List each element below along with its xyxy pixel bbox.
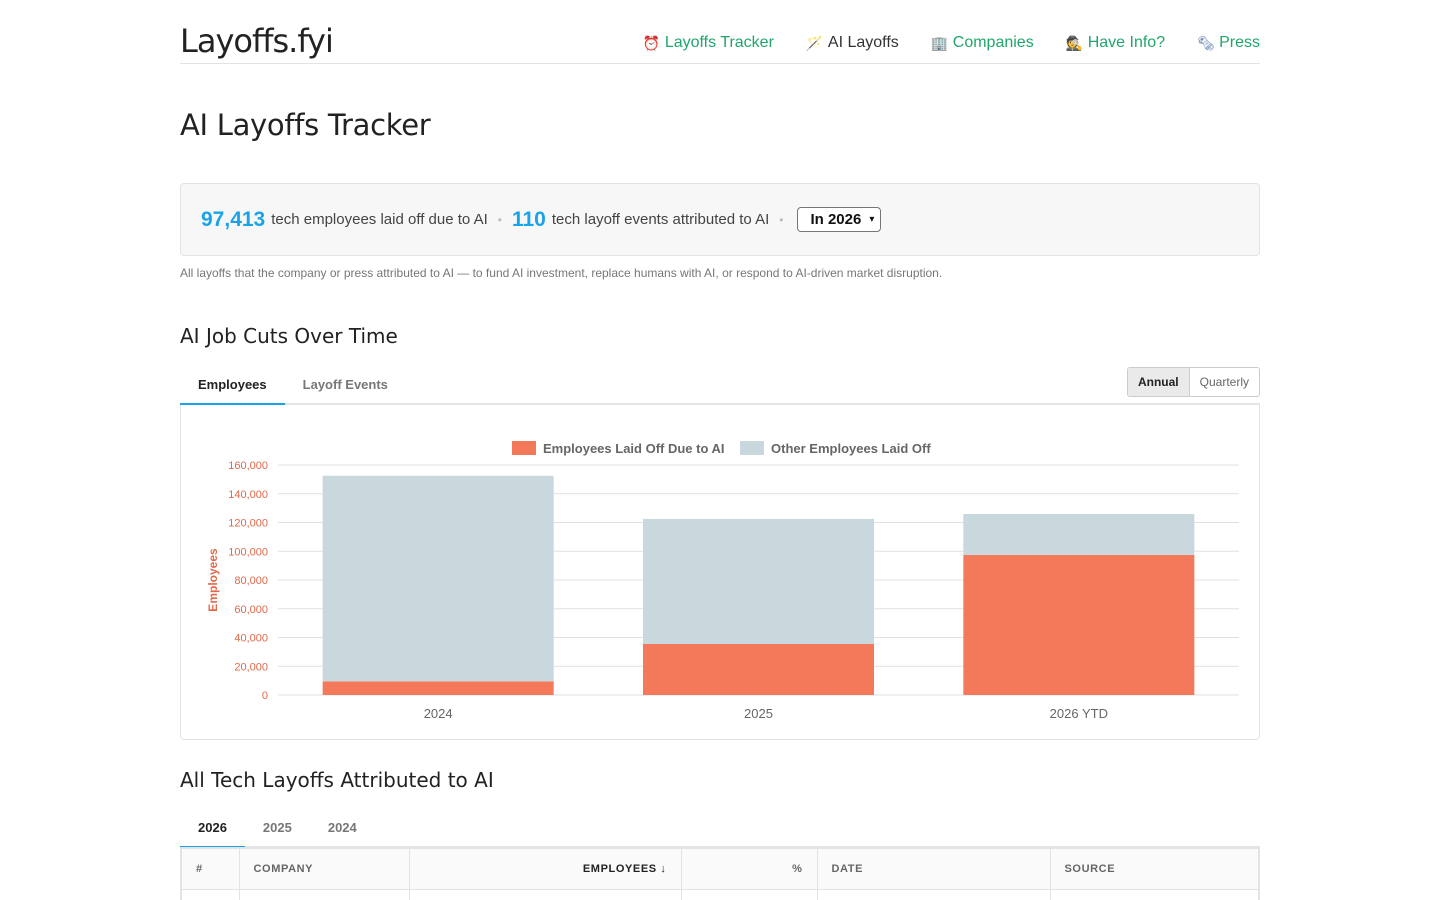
period-toggle: Annual Quarterly <box>1126 367 1260 397</box>
year-select[interactable]: In 2026 ▾ <box>797 207 882 232</box>
nav-press[interactable]: 🗞 Press <box>1197 34 1260 52</box>
legend-swatch-ai <box>512 441 536 455</box>
column-header-percent[interactable]: % <box>681 849 818 890</box>
x-tick-label: 2026 YTD <box>1050 706 1108 721</box>
tab-year-2025[interactable]: 2025 <box>245 809 310 846</box>
x-tick-label: 2024 <box>424 706 453 721</box>
table-section-title: All Tech Layoffs Attributed to AI <box>180 768 494 792</box>
bar-other-layoffs <box>963 514 1195 555</box>
definition-note: All layoffs that the company or press at… <box>180 266 943 280</box>
chart-section-title: AI Job Cuts Over Time <box>180 324 398 348</box>
tab-employees[interactable]: Employees <box>180 366 285 405</box>
year-select-value: In 2026 <box>810 211 862 228</box>
employees-count: 97,413 <box>201 207 266 231</box>
y-tick-label: 120,000 <box>228 518 268 530</box>
nav-ai-layoffs[interactable]: 🪄 AI Layoffs <box>806 34 899 52</box>
nav-layoffs-tracker[interactable]: ⏰ Layoffs Tracker <box>643 34 774 52</box>
bar-ai-layoffs <box>643 643 874 695</box>
newspaper-icon: 🗞 <box>1197 34 1215 51</box>
period-annual-button[interactable]: Annual <box>1127 368 1190 396</box>
y-tick-label: 160,000 <box>228 460 268 472</box>
events-caption: tech layoff events attributed to AI <box>551 211 770 228</box>
page-container: Layoffs.fyi ⏰ Layoffs Tracker 🪄 AI Layoffs… <box>180 0 1260 900</box>
y-axis-label: Employees <box>206 548 220 612</box>
column-header-source[interactable]: SOURCE <box>1050 849 1258 890</box>
layoffs-table: # COMPANY EMPLOYEES ↓ % DATE SOURCE <box>180 847 1260 900</box>
table-row[interactable] <box>182 889 1258 900</box>
bar-other-layoffs <box>643 518 874 644</box>
legend-label: Other Employees Laid Off <box>771 441 931 456</box>
tab-year-2026[interactable]: 2026 <box>180 809 245 848</box>
legend-label: Employees Laid Off Due to AI <box>543 441 725 456</box>
column-header-employees[interactable]: EMPLOYEES ↓ <box>409 849 682 890</box>
y-tick-label: 20,000 <box>234 661 268 673</box>
nav-label: Press <box>1219 34 1260 51</box>
chevron-down-icon: ▾ <box>869 214 875 225</box>
nav-label: Have Info? <box>1087 34 1166 51</box>
main-nav: ⏰ Layoffs Tracker 🪄 AI Layoffs 🏢 Companies … <box>643 34 1260 52</box>
site-header: Layoffs.fyi ⏰ Layoffs Tracker 🪄 AI Layoffs… <box>180 0 1260 64</box>
site-logo[interactable]: Layoffs.fyi <box>180 22 334 60</box>
table-header-row: # COMPANY EMPLOYEES ↓ % DATE SOURCE <box>182 849 1258 890</box>
alarm-clock-icon: ⏰ <box>642 34 661 51</box>
nav-companies[interactable]: 🏢 Companies <box>931 34 1034 52</box>
separator-dot: • <box>497 212 502 227</box>
y-tick-label: 140,000 <box>228 489 268 501</box>
chart-container: 0 20,000 40,000 60,000 80,000 100,000 120,000 1… <box>180 405 1260 740</box>
spy-icon: 🕵 <box>1065 34 1084 51</box>
nav-label: AI Layoffs <box>827 34 899 51</box>
magic-wand-icon: 🪄 <box>805 34 824 51</box>
stats-banner: 97,413 tech employees laid off due to AI… <box>180 183 1260 256</box>
y-tick-label: 60,000 <box>234 604 268 616</box>
legend-swatch-other <box>740 441 764 455</box>
column-header-rank[interactable]: # <box>182 849 240 890</box>
column-header-company[interactable]: COMPANY <box>239 849 410 890</box>
y-tick-label: 0 <box>262 690 268 702</box>
page-title: AI Layoffs Tracker <box>180 108 431 142</box>
separator-dot: • <box>779 212 784 227</box>
stacked-bar-chart: 0 20,000 40,000 60,000 80,000 100,000 120,000 1… <box>206 441 1239 721</box>
bar-ai-layoffs <box>322 681 554 695</box>
chart-metric-tabs: Employees Layoff Events <box>180 366 1260 405</box>
employees-caption: tech employees laid off due to AI <box>271 211 488 228</box>
tab-layoff-events[interactable]: Layoff Events <box>285 366 406 403</box>
bar-ai-layoffs <box>963 554 1195 695</box>
bar-other-layoffs <box>322 475 554 682</box>
period-quarterly-button[interactable]: Quarterly <box>1189 368 1259 396</box>
nav-label: Layoffs Tracker <box>664 34 774 51</box>
tab-year-2024[interactable]: 2024 <box>310 809 375 846</box>
y-tick-label: 100,000 <box>228 546 268 558</box>
year-tabs: 2026 2025 2024 <box>180 809 1260 848</box>
y-tick-label: 40,000 <box>234 633 268 645</box>
nav-label: Companies <box>952 34 1034 51</box>
y-tick-label: 80,000 <box>234 575 268 587</box>
column-header-date[interactable]: DATE <box>817 849 1051 890</box>
events-count: 110 <box>511 207 546 231</box>
nav-have-info[interactable]: 🕵 Have Info? <box>1066 34 1165 52</box>
office-building-icon: 🏢 <box>930 34 949 51</box>
x-tick-label: 2025 <box>744 706 773 721</box>
